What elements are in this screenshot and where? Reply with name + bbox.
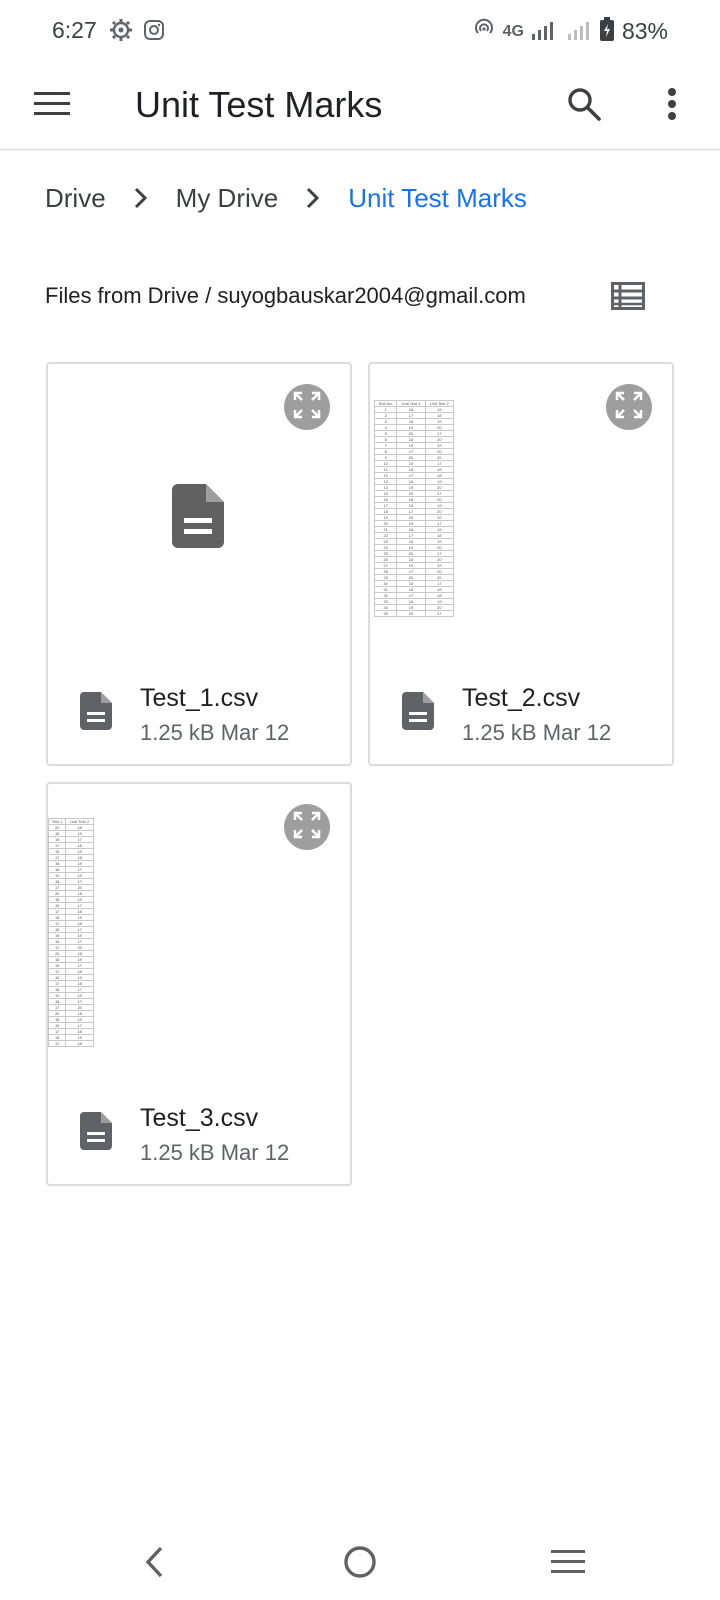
table-cell: 17 — [48, 1040, 67, 1047]
more-vert-icon — [667, 87, 677, 126]
search-icon — [566, 86, 602, 127]
table-cell: 20 — [396, 610, 426, 617]
table-header-row: Roll No. Unit Test 1 Unit Test 2 — [373, 400, 455, 407]
table-thumbnail: Test 1 Unit Test 2 20 18 18 19 19 17 17 18 15 19 17 1… — [48, 818, 94, 1047]
table-header-row: Test 1 Unit Test 2 — [48, 818, 94, 825]
network-type: 4G — [502, 22, 524, 40]
breadcrumb-current[interactable]: Unit Test Marks — [348, 183, 527, 214]
fullscreen-icon — [293, 811, 321, 844]
table-row: 17 18 — [48, 1040, 94, 1047]
document-icon — [80, 692, 112, 735]
file-preview — [48, 364, 350, 664]
page-title: Unit Test Marks — [135, 84, 383, 125]
breadcrumb: Drive My Drive Unit Test Marks — [45, 178, 527, 218]
file-info: Test_2.csv 1.25 kB Mar 12 — [370, 664, 672, 764]
status-bar: 6:27 4G 83% — [0, 0, 720, 62]
breadcrumb-drive[interactable]: Drive — [45, 183, 106, 214]
file-card-test-3[interactable]: Test 1 Unit Test 2 20 18 18 19 19 17 17 18 15 19 17 1… — [46, 782, 352, 1186]
file-name: Test_1.csv — [140, 684, 259, 712]
file-meta: 1.25 kB Mar 12 — [140, 1140, 290, 1165]
signal-icon — [531, 18, 560, 45]
section-header: Files from Drive / suyogbauskar2004@gmai… — [45, 283, 526, 308]
document-icon — [402, 692, 434, 735]
list-view-icon — [611, 281, 645, 315]
file-meta: 1.25 kB Mar 12 — [462, 720, 612, 745]
table-cell: 35 — [373, 610, 398, 617]
app-bar: Unit Test Marks — [0, 62, 720, 150]
list-view-button[interactable] — [608, 278, 648, 318]
file-name: Test_3.csv — [140, 1104, 259, 1132]
expand-preview-button[interactable] — [284, 384, 330, 430]
home-icon — [343, 1545, 377, 1584]
status-time: 6:27 — [52, 17, 97, 43]
table-cell: 18 — [65, 1040, 94, 1047]
file-info: Test_3.csv 1.25 kB Mar 12 — [48, 1084, 350, 1184]
home-button[interactable] — [330, 1534, 390, 1594]
settings-gear-icon — [109, 18, 133, 47]
table-cell: 17 — [424, 610, 455, 617]
hotspot-icon — [473, 18, 495, 45]
file-card-test-1[interactable]: Test_1.csv 1.25 kB Mar 12 — [46, 362, 352, 766]
file-card-test-2[interactable]: Roll No. Unit Test 1 Unit Test 2 1 18 19 2 17 18… — [368, 362, 674, 766]
file-meta: 1.25 kB Mar 12 — [140, 720, 290, 745]
menu-button[interactable] — [30, 84, 74, 128]
chevron-right-icon — [306, 187, 320, 209]
file-preview: Roll No. Unit Test 1 Unit Test 2 1 18 19 2 17 18… — [370, 364, 672, 664]
battery-icon — [599, 17, 614, 46]
signal-2-icon — [567, 18, 592, 45]
back-button[interactable] — [124, 1534, 184, 1594]
expand-preview-button[interactable] — [284, 804, 330, 850]
expand-preview-button[interactable] — [606, 384, 652, 430]
file-info: Test_1.csv 1.25 kB Mar 12 — [48, 664, 350, 764]
fullscreen-icon — [615, 391, 643, 424]
recents-icon — [551, 1549, 585, 1580]
breadcrumb-my-drive[interactable]: My Drive — [176, 183, 279, 214]
file-preview: Test 1 Unit Test 2 20 18 18 19 19 17 17 18 15 19 17 1… — [48, 784, 350, 1084]
table-thumbnail: Roll No. Unit Test 1 Unit Test 2 1 18 19 2 17 18… — [373, 400, 455, 617]
table-row: 35 20 17 — [373, 610, 455, 617]
fullscreen-icon — [293, 391, 321, 424]
more-options-button[interactable] — [648, 82, 696, 130]
file-name: Test_2.csv — [462, 684, 581, 712]
menu-icon — [34, 91, 70, 122]
back-icon — [143, 1545, 165, 1584]
instagram-icon — [143, 19, 165, 46]
system-nav-bar — [0, 1520, 720, 1600]
chevron-right-icon — [134, 187, 148, 209]
search-button[interactable] — [560, 82, 608, 130]
battery-percent: 83% — [621, 18, 668, 44]
recents-button[interactable] — [538, 1534, 598, 1594]
document-icon — [80, 1112, 112, 1155]
document-icon — [172, 484, 224, 553]
